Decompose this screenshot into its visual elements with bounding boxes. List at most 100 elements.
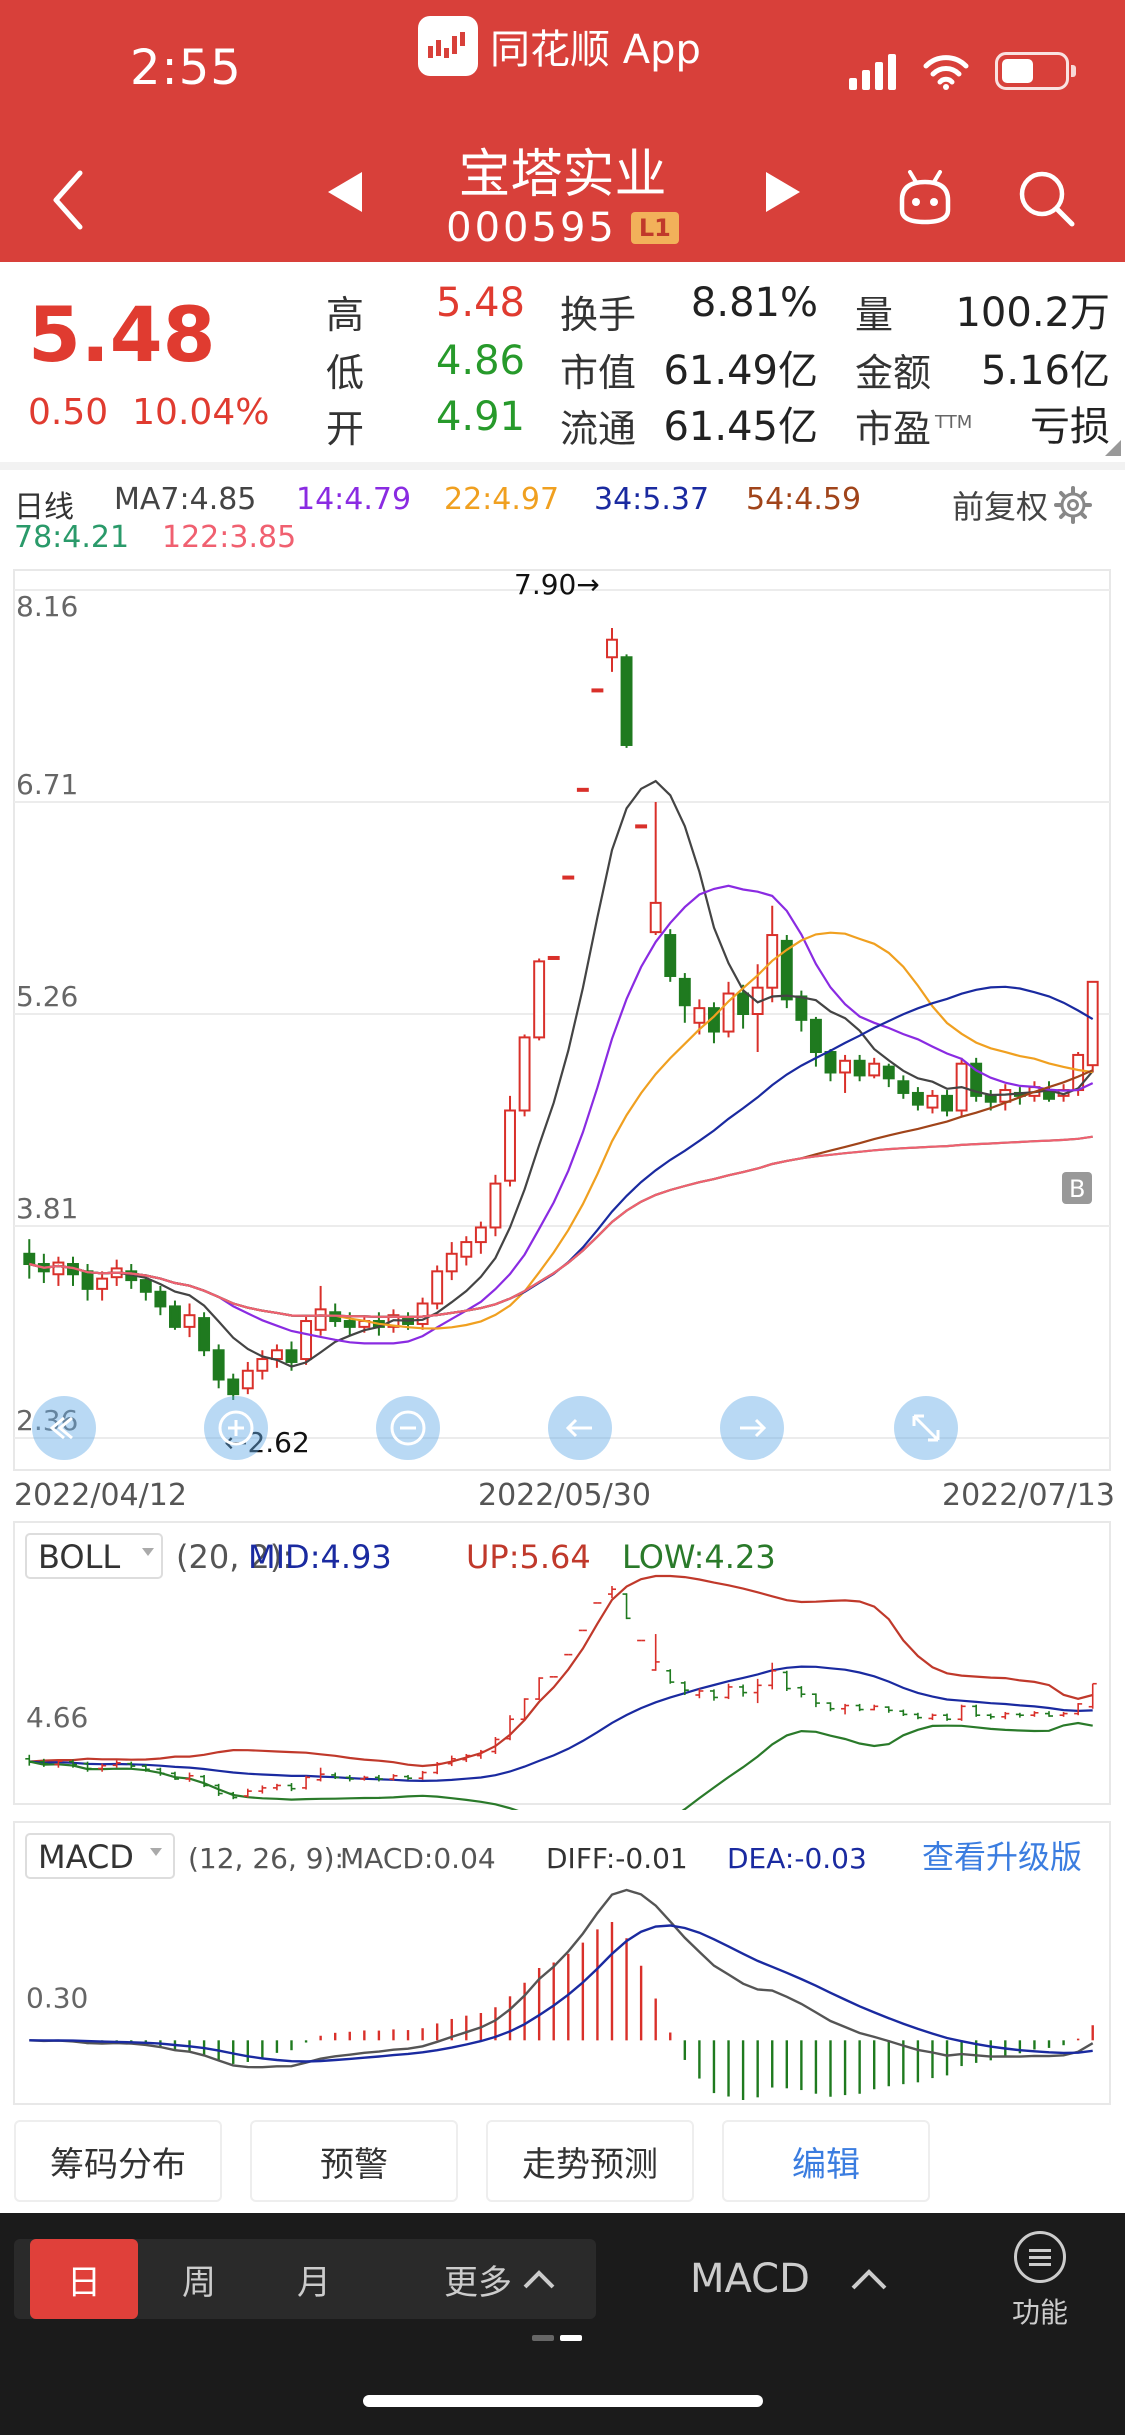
candle-body [824,1051,837,1074]
candle-body [23,1252,36,1266]
boll-value: UP:5.64 [466,1538,591,1576]
cellular-signal-icon [849,54,901,90]
indicator-label: MACD [690,2256,810,2302]
boll-up-line [29,1574,1093,1768]
function-button[interactable]: 功能 [1000,2231,1080,2331]
open-label: 开 [326,407,365,451]
home-indicator [363,2395,763,2407]
rewind-icon[interactable] [32,1396,96,1460]
adjust-label: 前复权 [952,488,1049,526]
indicator-selector[interactable]: MACD [690,2239,888,2319]
ma-item: 14:4.79 [296,482,412,517]
candle-body [343,1320,356,1328]
candle-body [460,1241,473,1258]
candle-body [518,1036,531,1112]
zoom-in-icon[interactable] [204,1396,268,1460]
float-cap-label: 流通 [560,407,637,451]
ma-item: 78:4.21 [14,520,130,555]
candle-body [474,1226,487,1244]
candle-body [300,1320,313,1361]
macd-name: MACD [38,1838,134,1876]
candle-body [198,1317,211,1352]
kline-chart[interactable]: 8.166.715.263.812.367.90→←2.62B [0,560,1125,1472]
macd-chart[interactable]: MACD (12, 26, 9):MACD:0.04 DIFF:-0.01 DEA:-… [0,1820,1125,2110]
ma-item: MA7:4.85 [114,482,257,517]
open-value: 4.91 [435,394,525,440]
boll-chart[interactable]: BOLL (20, 2):MID:4.93 UP:5.64 LOW:4.234.66 [0,1520,1125,1810]
candle-body [285,1349,298,1363]
low-value: 4.86 [435,338,525,384]
candle-body [154,1290,167,1308]
price-adjust-toggle[interactable]: 前复权 [952,482,1093,528]
ma-item: 22:4.97 [444,482,560,517]
top-header: 2:55 同花顺 App 宝塔实业 000595 L1 [0,0,1125,262]
app-switch-pill[interactable]: 同花顺 App [418,14,701,78]
y-tick-label: 5.26 [16,980,78,1013]
chevron-up-icon [851,2269,887,2290]
gear-icon[interactable] [1054,486,1093,524]
date-mid: 2022/05/30 [478,1478,651,1513]
price-change: 0.50 10.04% [28,392,293,433]
candle-body [591,688,604,693]
alert-button[interactable]: 预警 [250,2120,458,2202]
candle-body [999,1089,1012,1103]
scroll-right-icon[interactable] [720,1396,784,1460]
period-more-tab[interactable]: 更多 [420,2239,580,2319]
level-badge: L1 [630,212,679,244]
macd-value: (12, 26, 9): [188,1842,344,1875]
trend-forecast-button[interactable]: 走势预测 [486,2120,694,2202]
candle-body [533,960,546,1039]
candle-body [606,638,618,659]
candle-body [620,656,633,746]
high-label: 高 [326,293,365,337]
zoom-out-icon[interactable] [376,1396,440,1460]
edit-button[interactable]: 编辑 [722,2120,930,2202]
y-tick-label: 3.81 [16,1192,78,1225]
candle-body [241,1369,254,1390]
candle-body [576,787,589,792]
date-start: 2022/04/12 [14,1478,187,1513]
candle-body [504,1109,516,1182]
macd-value: DIFF:-0.01 [546,1842,688,1875]
period-day-tab[interactable]: 日 [30,2239,138,2319]
boll-mid-line [29,1665,1093,1783]
candle-body [314,1308,327,1331]
candle-body [926,1094,939,1109]
status-icons [849,52,1076,90]
search-icon[interactable] [1016,168,1076,228]
high-price-label: 7.90→ [514,568,600,601]
candle-body [256,1358,269,1372]
candle-body [270,1349,283,1361]
ma-item: 34:5.37 [594,482,710,517]
macd-value: DEA:-0.03 [727,1842,867,1875]
ma-item: 122:3.85 [162,520,297,555]
quote-panel[interactable]: 5.48 0.50 10.04% 高 5.48 换手 8.81% 量 100.2万… [0,262,1125,462]
chip-distribution-button[interactable]: 筹码分布 [14,2120,222,2202]
volume-label: 量 [855,293,894,337]
period-week-tab[interactable]: 周 [145,2239,253,2319]
pe-value: 亏损 [1030,404,1110,450]
app-logo-icon [418,16,478,76]
next-stock-button[interactable] [766,172,800,212]
fullscreen-icon[interactable] [894,1396,958,1460]
candle-body [809,1018,822,1054]
candle-body [547,955,560,960]
candle-body [795,995,808,1021]
period-month-tab[interactable]: 月 [260,2239,368,2319]
candle-body [489,1182,502,1229]
y-tick-label: 6.71 [16,768,78,801]
scroll-left-icon[interactable] [548,1396,612,1460]
expand-corner-icon[interactable] [1105,440,1121,456]
wifi-icon [923,55,969,90]
candle-body [81,1270,94,1290]
candle-body [737,992,750,1016]
robot-assistant-icon[interactable] [894,170,956,228]
amount-value: 5.16亿 [980,348,1110,394]
candle-body [839,1059,852,1074]
candle-body [882,1065,895,1080]
view-upgrade-link[interactable]: 查看升级版 [922,1838,1082,1876]
candle-body [445,1252,458,1273]
market-cap-label: 市值 [560,351,637,395]
candle-body [139,1279,152,1293]
macd-value: MACD:0.04 [340,1842,496,1875]
